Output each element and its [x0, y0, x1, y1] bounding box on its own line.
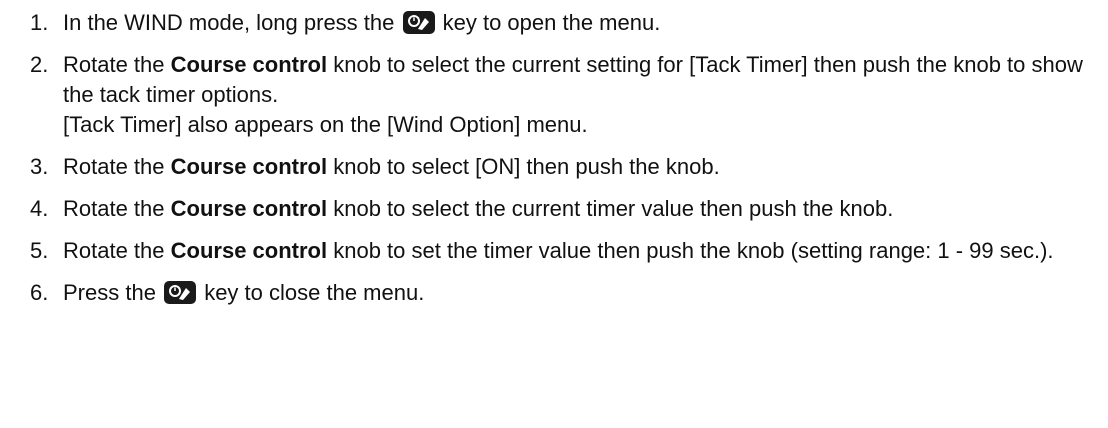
- step-3: 3. Rotate the Course control knob to sel…: [30, 152, 1100, 182]
- menu-key-icon: [164, 281, 197, 304]
- step-number: 2.: [30, 52, 49, 77]
- step-text: Rotate the Course control knob to set th…: [63, 238, 1054, 263]
- step-text: Rotate the Course control knob to select…: [63, 196, 894, 221]
- step-4: 4. Rotate the Course control knob to sel…: [30, 194, 1100, 224]
- control-name: Course control: [170, 238, 328, 263]
- step-note: [Tack Timer] also appears on the [Wind O…: [63, 112, 588, 137]
- step-5: 5. Rotate the Course control knob to set…: [30, 236, 1100, 266]
- control-name: Course control: [170, 52, 328, 77]
- step-number: 1.: [30, 10, 49, 35]
- step-number: 3.: [30, 154, 49, 179]
- step-text: Press the key to close the menu.: [63, 280, 425, 305]
- instruction-steps: 1. In the WIND mode, long press the key …: [30, 0, 1100, 320]
- step-2: 2. Rotate the Course control knob to sel…: [30, 50, 1100, 140]
- menu-key-icon: [402, 11, 435, 34]
- step-number: 6.: [30, 280, 49, 305]
- step-text: In the WIND mode, long press the key to …: [63, 10, 661, 35]
- step-1: 1. In the WIND mode, long press the key …: [30, 8, 1100, 38]
- step-number: 5.: [30, 238, 49, 263]
- control-name: Course control: [170, 154, 328, 179]
- step-text: Rotate the Course control knob to select…: [63, 52, 1083, 137]
- step-number: 4.: [30, 196, 49, 221]
- control-name: Course control: [170, 196, 328, 221]
- step-text: Rotate the Course control knob to select…: [63, 154, 720, 179]
- step-6: 6. Press the key to close the menu.: [30, 278, 1100, 308]
